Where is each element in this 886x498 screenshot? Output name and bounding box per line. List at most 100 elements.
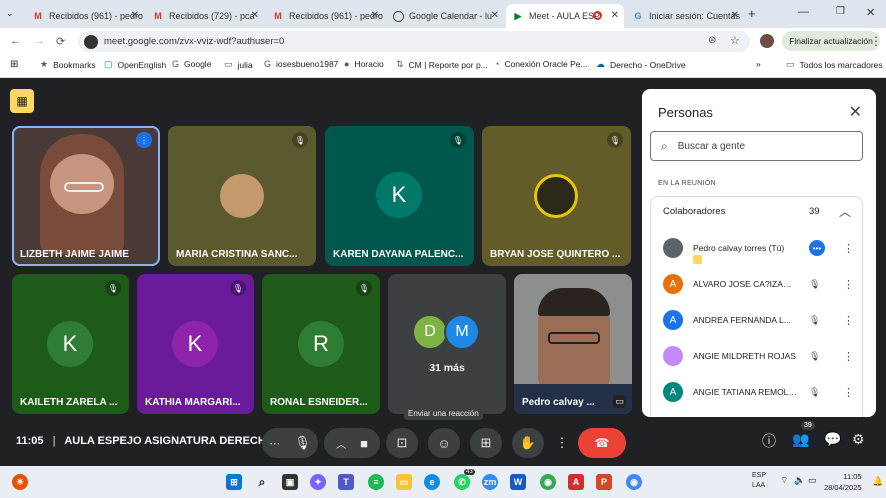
camera-button[interactable]: ︿ ■ [324, 428, 380, 458]
people-icon[interactable]: 👥 [792, 431, 809, 448]
spotify-icon[interactable]: ≡ [368, 474, 384, 490]
people-search-input[interactable]: ⌕ Buscar a gente [650, 131, 863, 161]
apps-icon[interactable]: ⊞ [10, 59, 18, 70]
search-icon[interactable]: ⌕ [254, 474, 270, 490]
more-vert-icon[interactable]: ⋮ [843, 350, 854, 363]
close-icon[interactable]: ✕ [251, 10, 259, 21]
acrobat-icon[interactable]: A [568, 474, 584, 490]
new-tab-button[interactable]: + [748, 6, 756, 21]
install-icon[interactable]: ⊜ [708, 35, 716, 46]
person-row[interactable]: ANGIE MILDRETH ROJAS 🎙 ⋮ [663, 341, 858, 371]
minimize-button[interactable]: — [798, 6, 809, 18]
more-vert-icon[interactable]: ⋮ [843, 242, 854, 255]
more-vert-icon[interactable]: ⋮ [843, 278, 854, 291]
host-controls-icon[interactable]: ▦ [10, 89, 34, 113]
update-button[interactable]: Finalizar actualización [782, 31, 880, 51]
participant-tile[interactable]: R 🎙 RONAL ESNEIDER... [262, 274, 380, 414]
person-row[interactable]: A ANGIE TATIANA REMOLINA 🎙 ⋮ [663, 377, 858, 407]
participant-tile[interactable]: 🎙 MARIA CRISTINA SANC... [168, 126, 316, 266]
person-row[interactable]: Pedro calvay torres (Tú) ••• ⋮ [663, 233, 858, 264]
activities-icon[interactable]: ⚙ [852, 431, 865, 448]
url-bar[interactable]: meet.google.com/zvx-vviz-wdf?authuser=0 … [78, 31, 750, 52]
more-participants-tile[interactable]: D M 31 más [388, 274, 506, 414]
raise-hand-button[interactable]: ✋ [512, 428, 544, 458]
volume-icon[interactable]: 🔈 [794, 475, 805, 486]
present-button[interactable]: ⊞ [470, 428, 502, 458]
word-icon[interactable]: W [510, 474, 526, 490]
weather-icon[interactable]: ☀ [12, 474, 28, 490]
captions-button[interactable]: ⊡ [386, 428, 418, 458]
tab-gmail-1[interactable]: M Recibidos (961) - pedro ✕ [26, 4, 144, 28]
participant-tile[interactable]: 🎙 BRYAN JOSE QUINTERO ... [482, 126, 631, 266]
system-clock[interactable]: 11:05 28/04/2025 [824, 471, 862, 493]
close-icon[interactable]: ✕ [491, 10, 499, 21]
close-icon[interactable]: ✕ [131, 10, 139, 21]
language-indicator[interactable]: ESP LAA [752, 471, 766, 491]
bookmark-star-icon[interactable]: ☆ [730, 34, 740, 47]
more-bookmarks-icon[interactable]: » [756, 59, 761, 69]
close-icon[interactable]: ✕ [849, 102, 862, 122]
more-vert-icon[interactable]: ⋮ [843, 386, 854, 399]
notification-icon[interactable]: 🔔 [872, 476, 883, 487]
reaction-button[interactable]: ☺ [428, 428, 460, 458]
close-icon[interactable]: ✕ [611, 10, 619, 21]
person-row[interactable]: A ANDREA FERNANDA L... 🎙 ⋮ [663, 305, 858, 335]
bookmark-item[interactable]: ◔ Conexión Oracle Pe... [494, 59, 588, 69]
pin-icon[interactable]: ▭ [613, 395, 626, 408]
maximize-button[interactable]: ❐ [836, 6, 845, 17]
gmail-icon: M [154, 11, 162, 21]
edge-icon[interactable]: e [424, 474, 440, 490]
profile-avatar[interactable] [760, 34, 774, 48]
bookmark-item[interactable]: ● Horacio [344, 59, 384, 69]
avatar [663, 346, 683, 366]
chat-icon[interactable]: 💬 [824, 431, 841, 448]
bookmark-item[interactable]: ☁ Derecho - OneDrive [596, 59, 686, 70]
explorer-icon[interactable]: ▭ [396, 474, 412, 490]
forward-button[interactable]: → [34, 35, 45, 47]
mic-button[interactable]: ⋯ 🎙 [262, 428, 318, 458]
zoom-icon[interactable]: zm [482, 474, 498, 490]
copilot-icon[interactable]: ✦ [310, 474, 326, 490]
bookmark-item[interactable]: G Google [172, 59, 211, 69]
chrome-icon[interactable]: ◉ [626, 474, 642, 490]
reload-button[interactable]: ⟳ [56, 35, 65, 48]
github-icon: ● [344, 59, 350, 69]
site-info-icon[interactable] [84, 34, 98, 49]
battery-icon[interactable]: ▭ [808, 475, 817, 486]
powerpoint-icon[interactable]: P [596, 474, 612, 490]
more-vert-icon[interactable]: ⋮ [843, 314, 854, 327]
tab-calendar[interactable]: Google Calendar - lu ✕ [386, 4, 504, 28]
wifi-icon[interactable]: ⌔ [780, 475, 788, 486]
participant-tile[interactable]: ⋮ LIZBETH JAIME JAIME [12, 126, 160, 266]
tab-search-icon[interactable]: ⌄ [6, 8, 14, 19]
bookmark-item[interactable]: ▭ julia [224, 59, 253, 70]
close-icon[interactable]: ✕ [731, 10, 739, 21]
bookmark-item[interactable]: Giosesbueno1987 [264, 59, 338, 69]
chevron-up-icon[interactable]: ︿ [839, 203, 851, 220]
back-button[interactable]: ← [10, 35, 21, 47]
task-view-icon[interactable]: ▣ [282, 474, 298, 490]
all-bookmarks[interactable]: ▭ Todos los marcadores [786, 59, 883, 70]
teams-icon[interactable]: T [338, 474, 354, 490]
tab-signin[interactable]: G Iniciar sesión: Cuentas ✕ [626, 4, 744, 28]
more-options-button[interactable]: ⋮ [552, 428, 572, 458]
start-icon[interactable]: ⊞ [226, 474, 242, 490]
menu-icon[interactable]: ⋮ [870, 34, 882, 48]
participant-tile[interactable]: K 🎙 KAILETH ZARELA ... [12, 274, 129, 414]
participant-tile[interactable]: K 🎙 KATHIA MARGARI... [137, 274, 254, 414]
tab-gmail-2[interactable]: M Recibidos (729) - pca ✕ [146, 4, 264, 28]
bookmark-item[interactable]: ▢ OpenEnglish [104, 59, 166, 70]
close-window-button[interactable]: ✕ [866, 6, 875, 19]
close-icon[interactable]: ✕ [371, 10, 379, 21]
leave-call-button[interactable]: ☎ [578, 428, 626, 458]
self-tile[interactable]: Pedro calvay ... ▭ [514, 274, 632, 414]
tab-gmail-3[interactable]: M Recibidos (961) - pedro ✕ [266, 4, 384, 28]
tab-meet[interactable]: ▶ Meet - AULA ESP ✕ [506, 4, 624, 28]
bookmark-item[interactable]: ★ Bookmarks [40, 59, 96, 70]
bookmark-item[interactable]: ⇅ CM | Reporte por p... [396, 59, 488, 70]
chrome-icon[interactable]: ◉ [540, 474, 556, 490]
whatsapp-icon[interactable]: ✆ [454, 474, 470, 490]
participant-tile[interactable]: K 🎙 KAREN DAYANA PALENC... [325, 126, 474, 266]
info-icon[interactable]: ⓘ [762, 431, 776, 451]
person-row[interactable]: A ALVARO JOSE CA?IZARES 🎙 ⋮ [663, 269, 858, 299]
